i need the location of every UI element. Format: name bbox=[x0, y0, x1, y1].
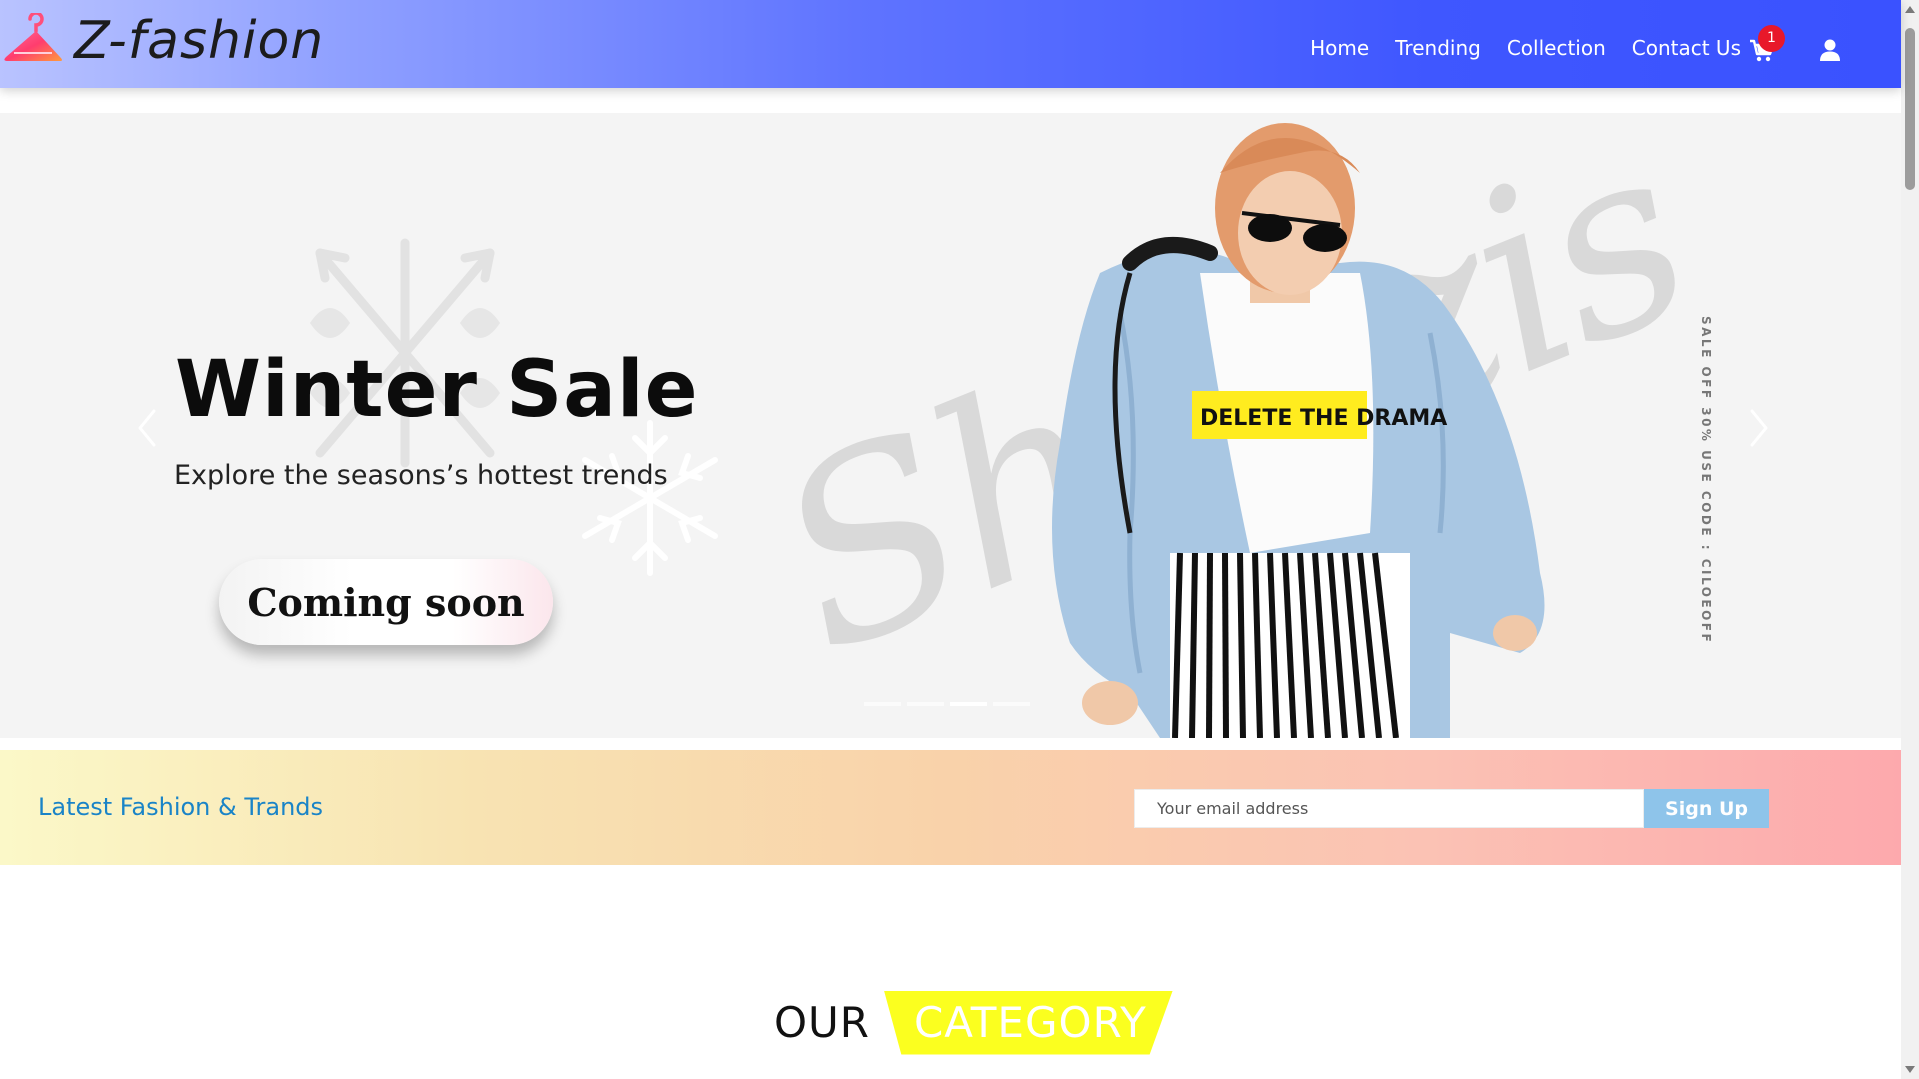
hero-title: Winter Sale bbox=[175, 345, 699, 435]
promo-code-text: SALE OFF 30% USE CODE : CILOEOFF bbox=[1699, 316, 1713, 645]
carousel-indicator-2[interactable] bbox=[907, 702, 944, 706]
hanger-icon bbox=[4, 13, 62, 61]
scroll-down-icon[interactable] bbox=[1905, 1066, 1915, 1073]
user-icon[interactable] bbox=[1818, 38, 1842, 62]
hero-carousel: Shopzis DELETE THE DRAMA bbox=[0, 113, 1901, 738]
snowflake-small-icon bbox=[582, 420, 718, 576]
navbar: Z-fashion Home Trending Collection Conta… bbox=[0, 0, 1901, 88]
carousel-next-icon[interactable] bbox=[1744, 403, 1774, 453]
cart-count-badge: 1 bbox=[1758, 25, 1785, 52]
newsletter-bar: Latest Fashion & Trands Sign Up bbox=[0, 750, 1901, 865]
hero-subtitle: Explore the seasons’s hottest trends bbox=[174, 460, 668, 491]
scroll-up-icon[interactable] bbox=[1905, 6, 1915, 13]
nav-link-home[interactable]: Home bbox=[1310, 36, 1369, 60]
nav-link-contact-us[interactable]: Contact Us bbox=[1632, 36, 1741, 60]
page-scrollbar[interactable] bbox=[1901, 0, 1919, 1079]
coming-soon-button[interactable]: Coming soon bbox=[219, 559, 553, 645]
brand[interactable]: Z-fashion bbox=[0, 6, 324, 76]
email-input[interactable] bbox=[1134, 789, 1644, 828]
nav-links: Home Trending Collection Contact Us bbox=[1284, 36, 1741, 60]
nav-link-collection[interactable]: Collection bbox=[1507, 36, 1606, 60]
carousel-prev-icon[interactable] bbox=[132, 403, 162, 453]
carousel-indicator-4[interactable] bbox=[993, 702, 1030, 706]
scroll-thumb[interactable] bbox=[1905, 28, 1915, 190]
model-image: DELETE THE DRAMA bbox=[1052, 123, 1545, 738]
heading-category: CATEGORY bbox=[913, 998, 1147, 1047]
carousel-indicators bbox=[864, 702, 1036, 706]
shirt-print: DELETE THE DRAMA bbox=[1200, 406, 1447, 431]
carousel-indicator-1[interactable] bbox=[864, 702, 901, 706]
sign-up-button[interactable]: Sign Up bbox=[1644, 789, 1769, 828]
heading-highlight: CATEGORY bbox=[883, 990, 1173, 1055]
newsletter-title: Latest Fashion & Trands bbox=[38, 793, 324, 821]
heading-our: OUR bbox=[774, 998, 870, 1047]
nav-link-trending[interactable]: Trending bbox=[1395, 36, 1481, 60]
category-heading: OUR CATEGORY bbox=[774, 990, 1173, 1055]
carousel-indicator-3[interactable] bbox=[950, 702, 987, 706]
brand-name: Z-fashion bbox=[74, 11, 325, 71]
